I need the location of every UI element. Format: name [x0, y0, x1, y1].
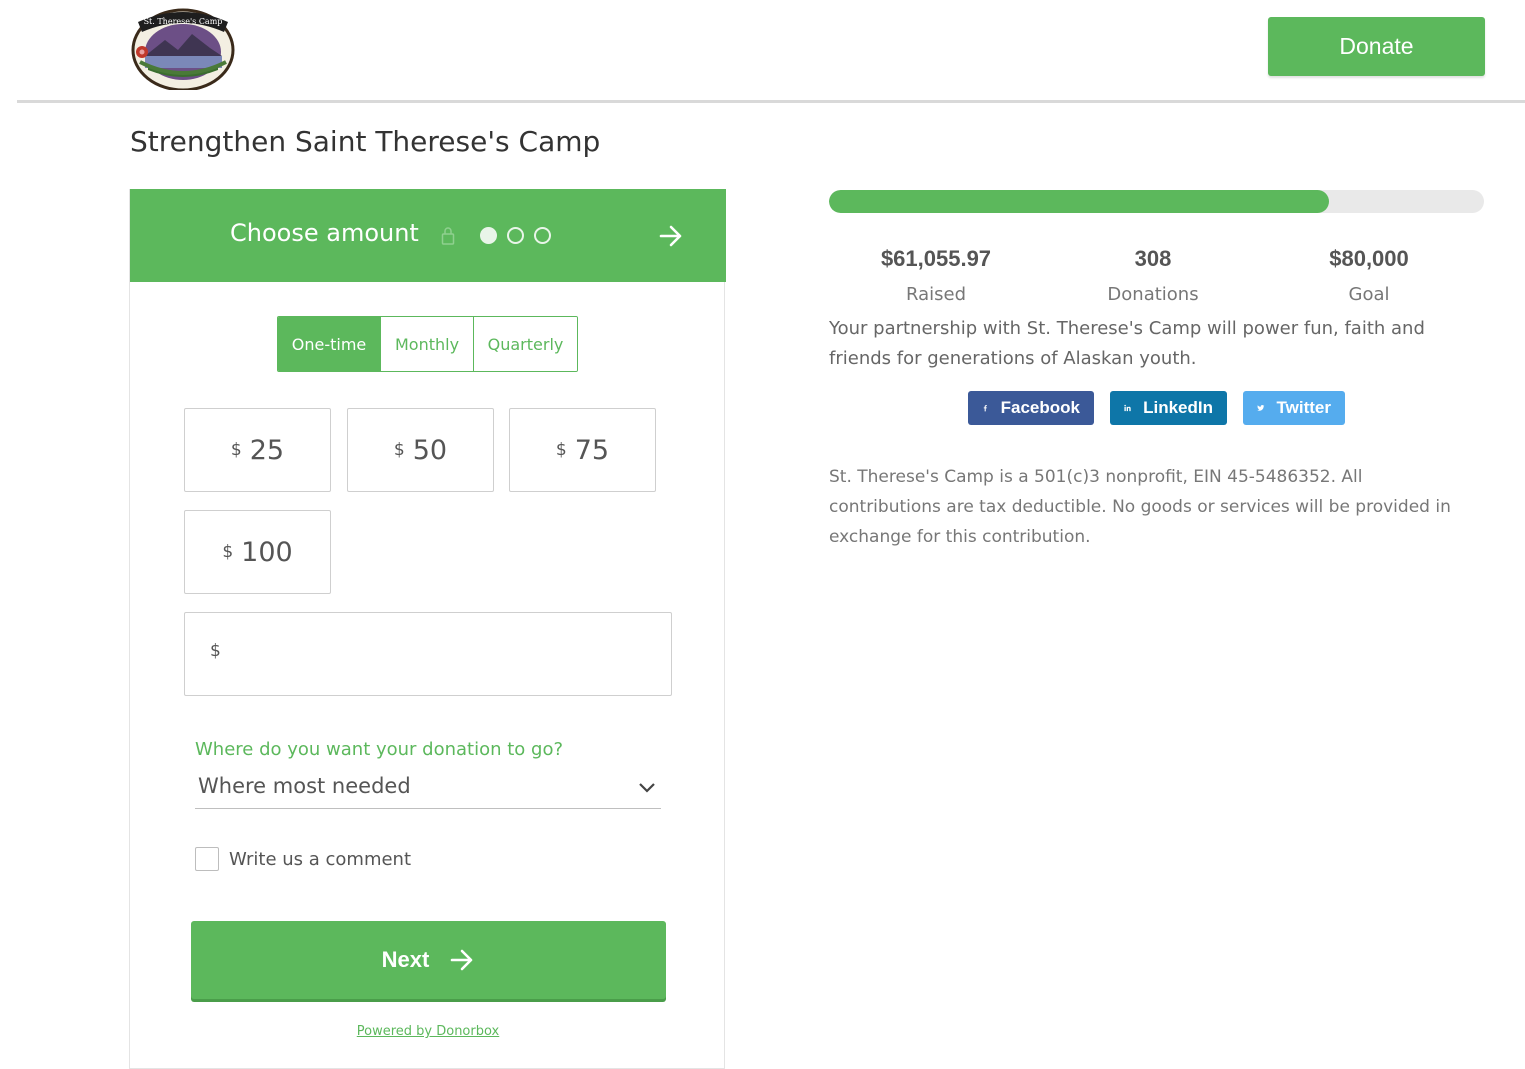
fundraising-progress-bar	[829, 190, 1484, 213]
campaign-description: Your partnership with St. Therese's Camp…	[829, 318, 1425, 369]
form-step-header: Choose amount	[130, 189, 726, 282]
next-button-label: Next	[381, 947, 430, 972]
twitter-icon	[1257, 405, 1265, 411]
amount-option-50[interactable]: $ 50	[347, 408, 494, 492]
destination-select[interactable]: Where most needed	[195, 771, 661, 809]
step-dot-2	[507, 227, 524, 244]
amount-option-75[interactable]: $ 75	[509, 408, 656, 492]
share-linkedin-button[interactable]: LinkedIn	[1110, 391, 1227, 425]
custom-amount-field[interactable]: $	[184, 612, 672, 696]
nonprofit-disclaimer: St. Therese's Camp is a 501(c)3 nonprofi…	[829, 467, 1451, 547]
share-facebook-button[interactable]: Facebook	[968, 391, 1094, 425]
currency-symbol: $	[393, 440, 405, 460]
step-dot-3	[534, 227, 551, 244]
amount-value: 25	[249, 434, 285, 466]
page-title: Strengthen Saint Therese's Camp	[130, 125, 601, 158]
share-twitter-button[interactable]: Twitter	[1243, 391, 1345, 425]
goal-amount: $80,000	[1329, 246, 1409, 271]
stat-donations: 308 Donations	[1043, 246, 1263, 305]
arrow-right-icon	[451, 949, 473, 971]
stat-raised: $61,055.97 Raised	[826, 246, 1046, 305]
svg-text:St. Therese's Camp: St. Therese's Camp	[144, 17, 223, 26]
frequency-toggle: One-time Monthly Quarterly	[277, 316, 578, 372]
currency-symbol: $	[555, 440, 567, 460]
amount-option-25[interactable]: $ 25	[184, 408, 331, 492]
raised-amount: $61,055.97	[880, 246, 992, 271]
frequency-monthly[interactable]: Monthly	[380, 317, 473, 371]
amount-option-100[interactable]: $ 100	[184, 510, 331, 594]
comment-label[interactable]: Write us a comment	[229, 849, 411, 870]
donations-count: 308	[1134, 246, 1172, 271]
twitter-label: Twitter	[1276, 398, 1331, 417]
currency-symbol: $	[210, 641, 221, 661]
camp-logo[interactable]: St. Therese's Camp	[130, 4, 236, 90]
progress-fill	[829, 190, 1329, 213]
step-indicator	[480, 227, 551, 244]
linkedin-icon	[1124, 404, 1131, 412]
share-buttons: Facebook LinkedIn Twitter	[968, 391, 1345, 425]
comment-checkbox[interactable]	[195, 847, 219, 871]
step-title: Choose amount	[230, 219, 419, 247]
chevron-down-icon	[639, 783, 655, 793]
goal-label: Goal	[1348, 284, 1390, 305]
lock-icon	[441, 227, 455, 245]
frequency-quarterly[interactable]: Quarterly	[473, 317, 577, 371]
arrow-right-icon[interactable]	[658, 223, 684, 249]
donate-button[interactable]: Donate	[1268, 17, 1485, 76]
destination-label: Where do you want your donation to go?	[195, 739, 564, 760]
frequency-one-time[interactable]: One-time	[278, 317, 380, 371]
currency-symbol: $	[222, 542, 234, 562]
destination-selected-value: Where most needed	[198, 774, 411, 798]
currency-symbol: $	[230, 440, 242, 460]
amount-value: 50	[412, 434, 448, 466]
custom-amount-input[interactable]	[230, 633, 650, 673]
powered-by-link[interactable]: Powered by Donorbox	[130, 1024, 726, 1039]
donation-form: Choose amount One-time Monthly Quarterly…	[129, 189, 726, 1069]
raised-label: Raised	[905, 284, 967, 305]
site-header: St. Therese's Camp Donate	[0, 0, 1525, 104]
amount-value: 75	[574, 434, 610, 466]
step-dot-1	[480, 227, 497, 244]
next-button[interactable]: Next	[191, 921, 666, 999]
stat-goal: $80,000 Goal	[1259, 246, 1479, 305]
header-divider	[17, 100, 1525, 103]
linkedin-label: LinkedIn	[1143, 398, 1213, 417]
facebook-label: Facebook	[1000, 398, 1080, 417]
comment-option[interactable]: Write us a comment	[195, 847, 411, 871]
donations-label: Donations	[1107, 284, 1199, 305]
facebook-icon	[983, 405, 987, 412]
amount-value: 100	[241, 536, 293, 568]
